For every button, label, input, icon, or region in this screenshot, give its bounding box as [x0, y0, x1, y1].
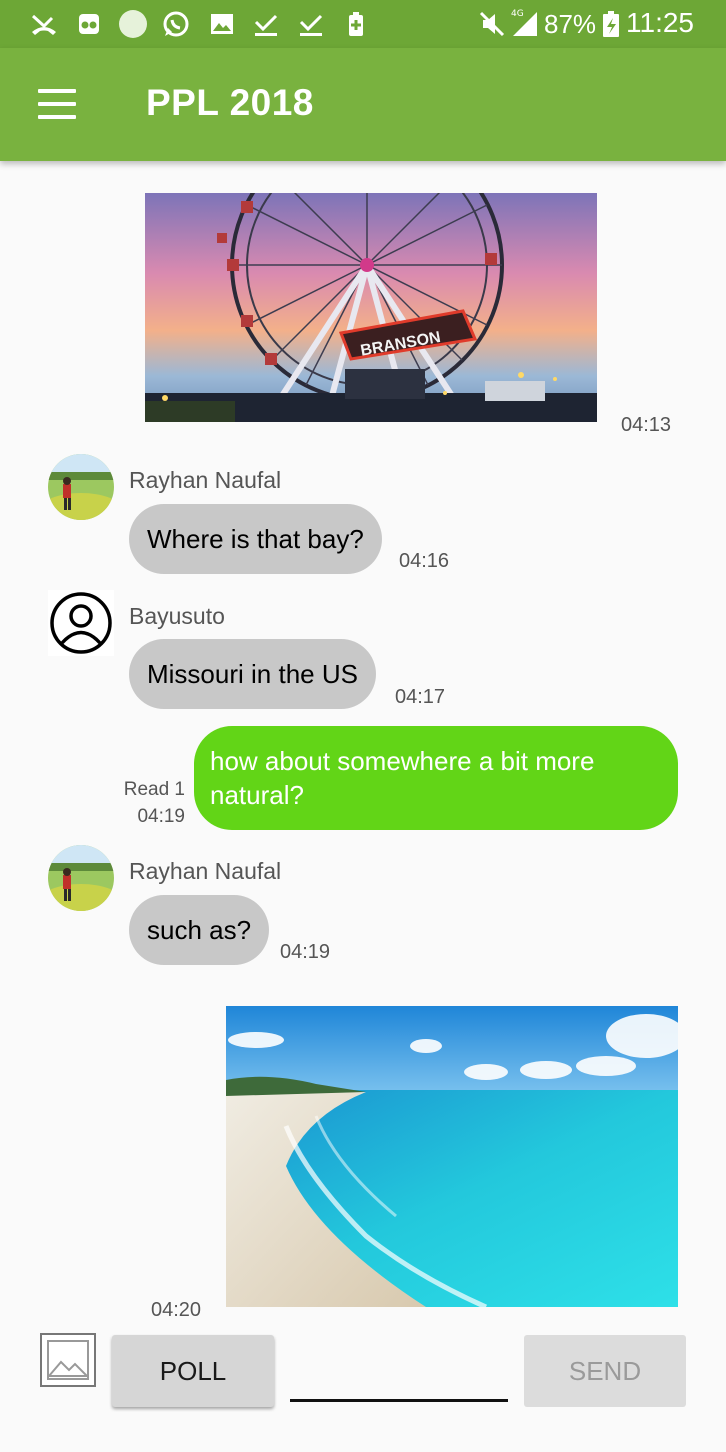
sender-name: Rayhan Naufal [129, 858, 282, 884]
status-clock: 11:25 [626, 7, 694, 38]
message-time: 04:19 [137, 806, 185, 827]
hamburger-menu-icon[interactable] [26, 78, 86, 130]
message-time: 04:16 [399, 550, 450, 572]
battery-percent: 87% [544, 9, 597, 39]
tripadvisor-icon [79, 14, 99, 34]
message-bubble[interactable]: such as? [129, 895, 270, 965]
message-time: 04:20 [151, 1299, 202, 1321]
sender-name: Bayusuto [129, 603, 225, 629]
app-bar: PPL 2018 [0, 48, 726, 161]
status-bar: 4G 87% 11:25 [0, 0, 726, 48]
signal-icon [513, 12, 537, 36]
download-done-icon [254, 14, 278, 36]
beach-photo[interactable] [226, 1006, 678, 1307]
missed-call-icon [31, 14, 56, 35]
avatar[interactable] [48, 454, 114, 520]
whatsapp-icon [163, 11, 189, 37]
download-done-icon [299, 14, 323, 36]
send-button[interactable]: SEND [524, 1335, 686, 1407]
poll-button[interactable]: POLL [112, 1335, 274, 1407]
gallery-icon [211, 14, 233, 34]
message-time: 04:17 [395, 686, 446, 708]
avatar[interactable] [48, 845, 114, 911]
page-title: PPL 2018 [146, 82, 314, 123]
message-time: 04:19 [280, 941, 331, 963]
message-bubble[interactable]: Missouri in the US [129, 639, 376, 709]
mute-icon [479, 11, 505, 37]
message-input[interactable] [290, 1354, 508, 1402]
dot-icon [119, 10, 147, 38]
composer-bar: POLL SEND [0, 1320, 726, 1452]
message-bubble[interactable]: Where is that bay? [129, 504, 382, 574]
sender-name: Rayhan Naufal [129, 467, 282, 493]
outgoing-message-bubble[interactable]: how about somewhere a bit more natural? [194, 726, 678, 830]
battery-saver-icon [349, 12, 363, 36]
battery-icon [603, 11, 619, 37]
read-receipt: Read 1 04:19 [104, 776, 185, 830]
message-time: 04:13 [621, 414, 672, 436]
ferris-wheel-photo[interactable]: BRANSON [145, 193, 597, 422]
read-count: Read 1 [123, 779, 185, 800]
default-avatar-icon[interactable] [48, 590, 114, 656]
image-picker-icon[interactable] [40, 1333, 96, 1387]
